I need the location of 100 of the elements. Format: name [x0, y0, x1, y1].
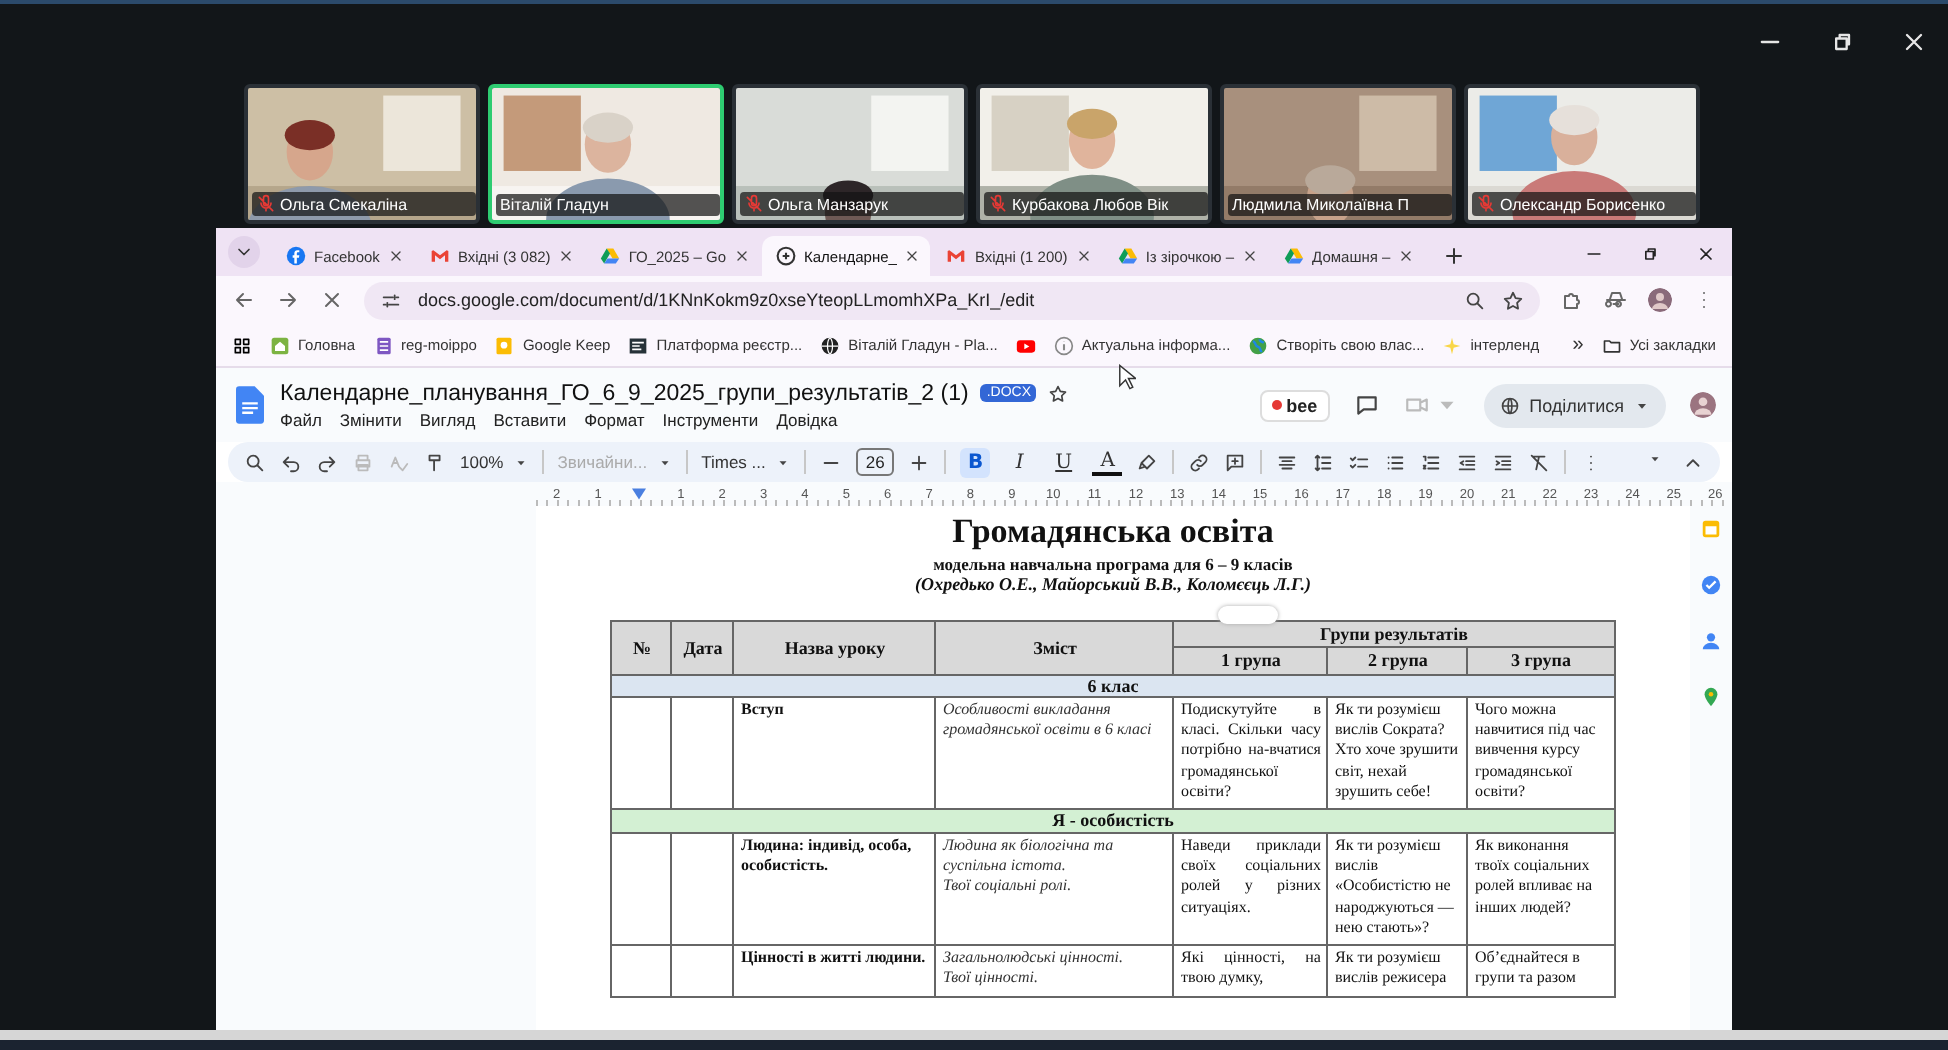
undo-icon[interactable]	[280, 451, 302, 473]
close-icon[interactable]	[1242, 248, 1259, 264]
bulleted-list-icon[interactable]	[1384, 451, 1407, 473]
video-icon[interactable]	[1015, 335, 1036, 355]
line-spacing-icon[interactable]	[1312, 451, 1335, 473]
star-icon[interactable]	[1048, 383, 1069, 403]
table-cell: Цінності в житті людини.	[733, 945, 936, 997]
zoom-icon[interactable]	[1464, 289, 1486, 311]
avatar[interactable]	[1648, 288, 1672, 312]
column-header: 2 група	[1327, 647, 1468, 675]
apps-icon[interactable]	[232, 335, 252, 355]
close-icon[interactable]	[734, 248, 750, 264]
drive-icon	[600, 246, 621, 266]
highlighter-icon[interactable]	[1136, 451, 1159, 473]
muted-microphone-icon	[744, 194, 764, 214]
caret-icon	[775, 455, 790, 469]
check-circle-icon[interactable]	[1700, 574, 1722, 596]
align-icon[interactable]	[1276, 451, 1299, 473]
checklist-icon[interactable]	[1348, 451, 1371, 473]
close-icon[interactable]	[1696, 244, 1716, 264]
authors-text: (Охредько О.Е., Майорський В.В., Коломєєць Л.Г.)	[914, 574, 1312, 596]
comment-icon[interactable]	[1353, 392, 1380, 418]
text-color-button[interactable]: A	[1092, 448, 1123, 476]
close-icon[interactable]	[1398, 248, 1415, 264]
map-pin-icon[interactable]	[1700, 686, 1722, 708]
link-icon[interactable]	[1188, 451, 1211, 473]
close-icon[interactable]	[558, 248, 575, 264]
menu-item[interactable]: Файл	[280, 409, 322, 429]
column-header: Зміст	[935, 621, 1174, 675]
underline-button[interactable]: U	[1048, 447, 1079, 477]
menu-item[interactable]: Змінити	[339, 409, 402, 429]
caret-icon[interactable]	[1648, 451, 1662, 465]
lightbulb-icon	[494, 335, 515, 355]
table-cell: Як ти розумієш вислів «Особистістю не народжуються — нею стають»?	[1327, 832, 1468, 946]
increase-size-icon[interactable]	[908, 451, 931, 473]
table-cell: Людина: індивід, особа, особистість.	[733, 832, 936, 946]
table-cell: Об’єднайтеся в групи та разом	[1467, 945, 1615, 997]
address-bar[interactable]: docs.google.com/document/d/1KNnKokm9z0xseYteopLLmomhXPa_KrI_/edit	[364, 281, 1540, 319]
italic-button[interactable]: I	[1004, 447, 1035, 477]
close-icon[interactable]	[1900, 28, 1928, 56]
paint-format-icon[interactable]	[424, 451, 446, 473]
person-icon[interactable]	[1700, 630, 1722, 652]
close-icon[interactable]	[1075, 248, 1092, 264]
column-header: Групи результатів	[1173, 621, 1615, 648]
table-cell: Наведи приклади своїх соціальних ролей у різних ситуаціях.	[1173, 832, 1328, 946]
back-icon[interactable]	[232, 288, 256, 312]
participant-name: Олександр Борисенко	[1500, 195, 1666, 213]
search-icon[interactable]	[244, 451, 266, 473]
forward-icon[interactable]	[276, 288, 300, 312]
table-cell: Як ти розумієш вислів режисера	[1327, 945, 1468, 997]
menu-item[interactable]: Формат	[584, 409, 645, 429]
menu-item[interactable]: Інструменти	[662, 409, 759, 429]
site-settings-icon[interactable]	[380, 289, 402, 311]
docs-logo-icon[interactable]	[236, 386, 264, 424]
mail-icon	[429, 246, 450, 266]
home-icon	[270, 335, 290, 355]
participant-name: Людмила Миколаївна П	[1232, 196, 1409, 214]
numbered-list-icon[interactable]	[1420, 451, 1443, 473]
column-header: №	[611, 621, 672, 675]
new-tab-icon[interactable]	[1442, 244, 1467, 268]
restore-icon[interactable]	[1640, 244, 1660, 264]
redo-icon[interactable]	[316, 451, 338, 473]
close-icon[interactable]	[904, 248, 921, 264]
mail-icon	[946, 246, 967, 266]
extensions-icon[interactable]	[1560, 288, 1584, 312]
star-icon[interactable]	[1502, 289, 1524, 311]
caret-icon	[513, 455, 528, 469]
close-icon[interactable]	[387, 248, 404, 264]
participant-name: Ольга Смекаліна	[280, 195, 408, 213]
facebook-icon	[286, 246, 306, 266]
addon-button[interactable]: bee	[1260, 389, 1330, 421]
document-heading: Громадянська освіта	[952, 512, 1274, 552]
clear-formatting-icon[interactable]	[1528, 451, 1551, 473]
font-dropdown[interactable]: Times ...	[701, 452, 790, 472]
tab-search-button[interactable]	[228, 236, 260, 268]
table-cell: Як виконання твоїх соціальних ролей впливає на інших людей?	[1467, 832, 1615, 946]
section-row: Я - особистість	[611, 809, 1615, 833]
table-cell: Людина як біологічна та суспільна істота. Твої соціальні ролі.	[935, 832, 1174, 946]
muted-microphone-icon	[1476, 194, 1496, 214]
sparkle-icon	[1442, 335, 1463, 355]
info-icon	[1053, 335, 1074, 355]
bold-button[interactable]: B	[960, 447, 991, 477]
table-handle[interactable]	[1218, 606, 1279, 624]
zoom-dropdown[interactable]: 100%	[460, 452, 528, 472]
add-comment-icon[interactable]	[1224, 451, 1247, 473]
indent-marker-icon[interactable]	[632, 488, 647, 500]
menu-item[interactable]: Довідка	[776, 409, 838, 429]
avatar[interactable]	[1690, 392, 1716, 418]
stop-icon[interactable]	[320, 288, 344, 312]
more-bookmarks-button[interactable]: »	[1572, 334, 1584, 356]
document-title[interactable]: Календарне_планування_ГО_6_9_2025_групи_результатів_2 (1)	[280, 381, 969, 405]
font-size-field[interactable]: 26	[855, 448, 895, 476]
increase-indent-icon[interactable]	[1492, 451, 1515, 473]
decrease-indent-icon[interactable]	[1456, 451, 1479, 473]
column-header: 3 група	[1467, 647, 1615, 675]
participant-name: Ольга Манзарук	[768, 195, 888, 213]
menu-item[interactable]: Вставити	[493, 409, 567, 429]
share-button[interactable]: Поділитися	[1483, 383, 1666, 427]
menu-item[interactable]: Вигляд	[419, 409, 476, 429]
muted-microphone-icon	[988, 194, 1008, 214]
